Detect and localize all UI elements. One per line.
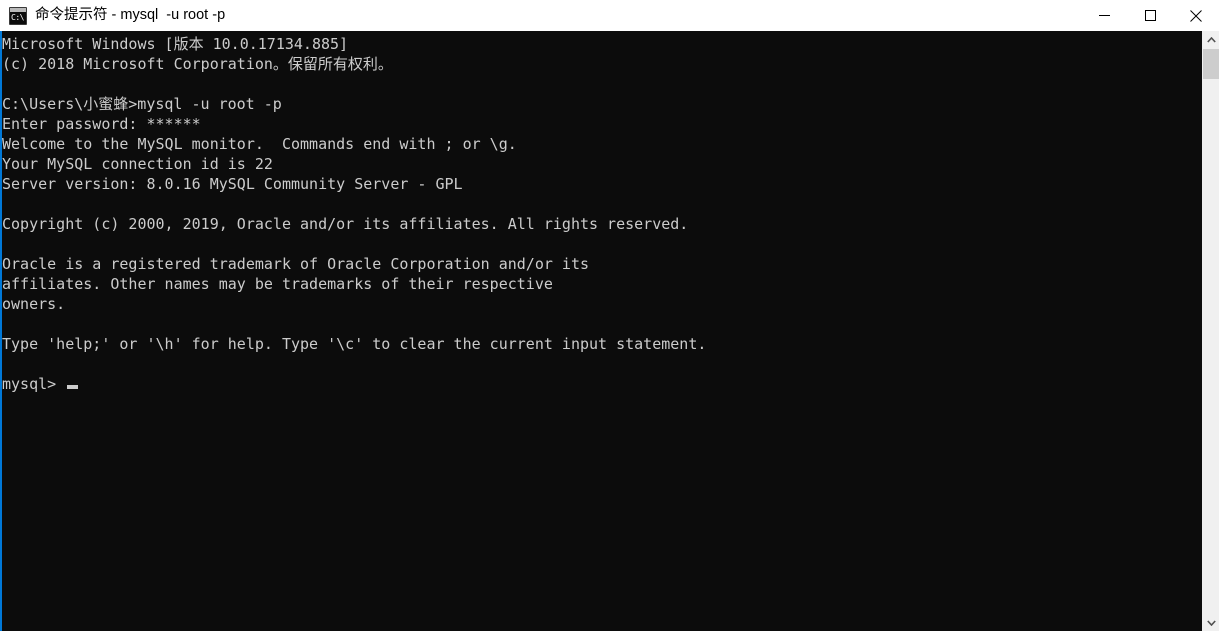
scrollbar-track[interactable] bbox=[1203, 48, 1219, 614]
console-line: owners. bbox=[2, 295, 66, 313]
minimize-button[interactable] bbox=[1081, 0, 1127, 31]
scrollbar-up-button[interactable] bbox=[1203, 31, 1219, 48]
maximize-icon bbox=[1144, 10, 1156, 21]
console-line: (c) 2018 Microsoft Corporation。保留所有权利。 bbox=[2, 55, 393, 73]
console-output[interactable]: Microsoft Windows [版本 10.0.17134.885] (c)… bbox=[2, 31, 1195, 631]
title-bar[interactable]: C:\ 命令提示符 - mysql -u root -p bbox=[0, 0, 1219, 31]
console-line: Your MySQL connection id is 22 bbox=[2, 155, 273, 173]
console-line: affiliates. Other names may be trademark… bbox=[2, 275, 553, 293]
text-cursor bbox=[67, 385, 79, 389]
minimize-icon bbox=[1098, 15, 1110, 16]
window-controls bbox=[1081, 0, 1219, 31]
console-line: Type 'help;' or '\h' for help. Type '\c'… bbox=[2, 335, 707, 353]
scrollbar-down-button[interactable] bbox=[1203, 614, 1219, 631]
vertical-scrollbar[interactable] bbox=[1202, 31, 1219, 631]
cmd-icon-glyph: C:\ bbox=[11, 12, 24, 22]
console-line: Welcome to the MySQL monitor. Commands e… bbox=[2, 135, 517, 153]
console-line: C:\Users\小蜜蜂>mysql -u root -p bbox=[2, 95, 282, 113]
cmd-console-icon[interactable]: C:\ bbox=[9, 6, 27, 25]
maximize-button[interactable] bbox=[1127, 0, 1173, 31]
console-body[interactable]: Microsoft Windows [版本 10.0.17134.885] (c)… bbox=[0, 31, 1219, 631]
console-line: Copyright (c) 2000, 2019, Oracle and/or … bbox=[2, 215, 689, 233]
console-line: Microsoft Windows [版本 10.0.17134.885] bbox=[2, 35, 349, 53]
console-prompt-line: mysql> bbox=[2, 374, 1195, 394]
console-line: Server version: 8.0.16 MySQL Community S… bbox=[2, 175, 463, 193]
console-line: Enter password: ****** bbox=[2, 115, 201, 133]
chevron-down-icon bbox=[1207, 619, 1216, 626]
scrollbar-thumb[interactable] bbox=[1203, 49, 1219, 79]
mysql-prompt: mysql> bbox=[2, 375, 57, 393]
console-line: Oracle is a registered trademark of Orac… bbox=[2, 255, 589, 273]
close-icon bbox=[1190, 9, 1202, 22]
command-prompt-window: C:\ 命令提示符 - mysql -u root -p Microsoft W… bbox=[0, 0, 1219, 631]
close-button[interactable] bbox=[1173, 0, 1219, 31]
chevron-up-icon bbox=[1207, 36, 1216, 43]
window-title: 命令提示符 - mysql -u root -p bbox=[35, 7, 226, 23]
